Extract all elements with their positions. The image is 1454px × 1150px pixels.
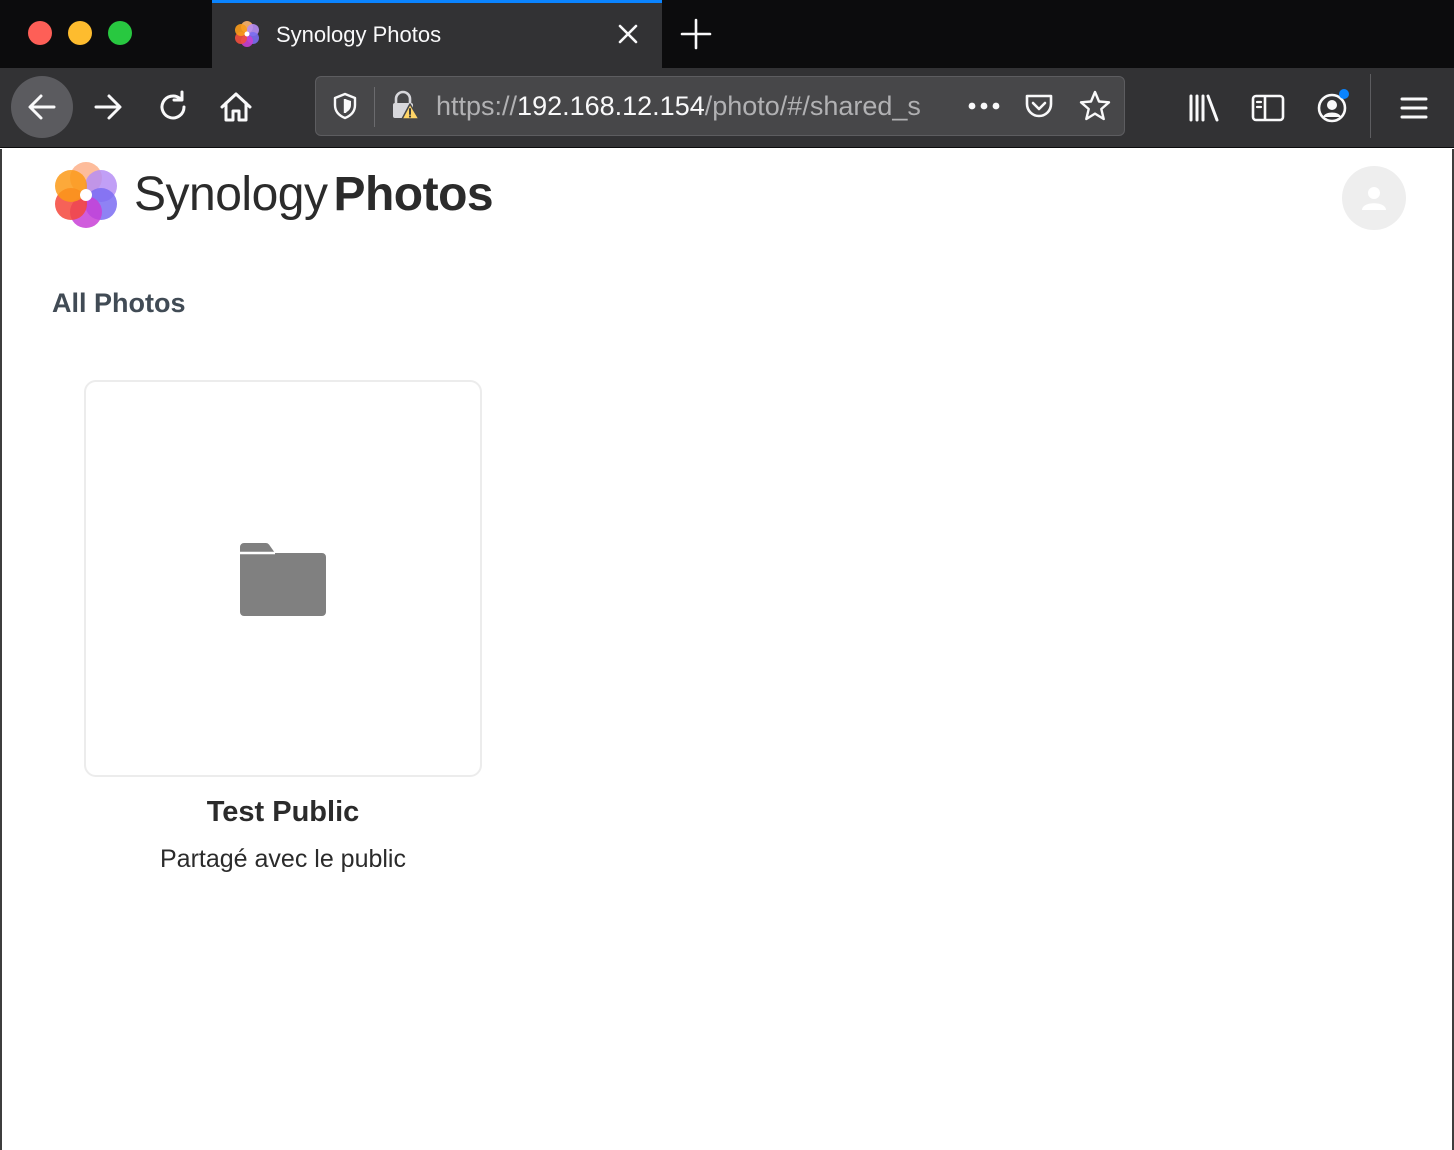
arrow-right-icon bbox=[94, 94, 122, 120]
new-tab-icon[interactable] bbox=[676, 16, 716, 52]
browser-tab-active[interactable]: Synology Photos bbox=[212, 0, 662, 68]
home-button[interactable] bbox=[205, 76, 267, 138]
reload-icon bbox=[160, 90, 186, 120]
home-icon bbox=[220, 92, 252, 122]
hamburger-menu-icon[interactable] bbox=[1394, 88, 1434, 128]
arrow-left-icon bbox=[28, 94, 56, 120]
app-logo-text: Synology Photos bbox=[134, 167, 494, 222]
page-content: Synology Photos All Photos Test Public Pa… bbox=[0, 149, 1454, 1150]
user-avatar-button[interactable] bbox=[1342, 166, 1406, 230]
url-fade bbox=[916, 81, 956, 131]
navigation-toolbar: https://192.168.12.154/photo/#/shared_s bbox=[0, 68, 1454, 148]
tab-close-icon[interactable] bbox=[612, 18, 644, 50]
window-close-button[interactable] bbox=[28, 21, 52, 45]
tab-strip: Synology Photos bbox=[0, 0, 1454, 68]
url-scheme: https:// bbox=[436, 91, 518, 121]
insecure-lock-warning-icon[interactable] bbox=[388, 89, 422, 123]
synology-photos-favicon-icon bbox=[235, 21, 259, 47]
album-title[interactable]: Test Public bbox=[84, 796, 482, 829]
tracking-protection-shield-icon[interactable] bbox=[330, 91, 360, 121]
url-bar-separator bbox=[374, 87, 375, 127]
url-text[interactable]: https://192.168.12.154/photo/#/shared_s bbox=[436, 91, 946, 122]
firefox-account-icon[interactable] bbox=[1312, 88, 1352, 128]
section-title: All Photos bbox=[52, 288, 186, 318]
tab-title: Synology Photos bbox=[276, 22, 442, 47]
logo-bold-text: Photos bbox=[333, 168, 494, 221]
window-zoom-button[interactable] bbox=[108, 21, 132, 45]
url-path: /photo/#/shared_s bbox=[704, 91, 921, 121]
pocket-icon[interactable] bbox=[1022, 89, 1056, 123]
bookmark-star-icon[interactable] bbox=[1078, 89, 1112, 123]
sidebar-toggle-icon[interactable] bbox=[1248, 88, 1288, 128]
album-card[interactable] bbox=[84, 380, 482, 777]
url-host: 192.168.12.154 bbox=[517, 91, 705, 121]
album-subtitle: Partagé avec le public bbox=[160, 845, 406, 873]
synology-photos-logo-icon bbox=[55, 162, 117, 228]
back-button[interactable] bbox=[11, 76, 73, 138]
page-actions-more-icon[interactable] bbox=[964, 91, 1004, 121]
user-icon bbox=[1362, 187, 1386, 210]
url-bar[interactable]: https://192.168.12.154/photo/#/shared_s bbox=[315, 76, 1125, 136]
library-icon[interactable] bbox=[1184, 88, 1224, 128]
logo-light-text: Synology bbox=[134, 168, 328, 221]
folder-icon bbox=[240, 542, 326, 616]
reload-button[interactable] bbox=[142, 76, 204, 138]
window-minimize-button[interactable] bbox=[68, 21, 92, 45]
toolbar-separator bbox=[1370, 74, 1371, 138]
forward-button[interactable] bbox=[77, 76, 139, 138]
